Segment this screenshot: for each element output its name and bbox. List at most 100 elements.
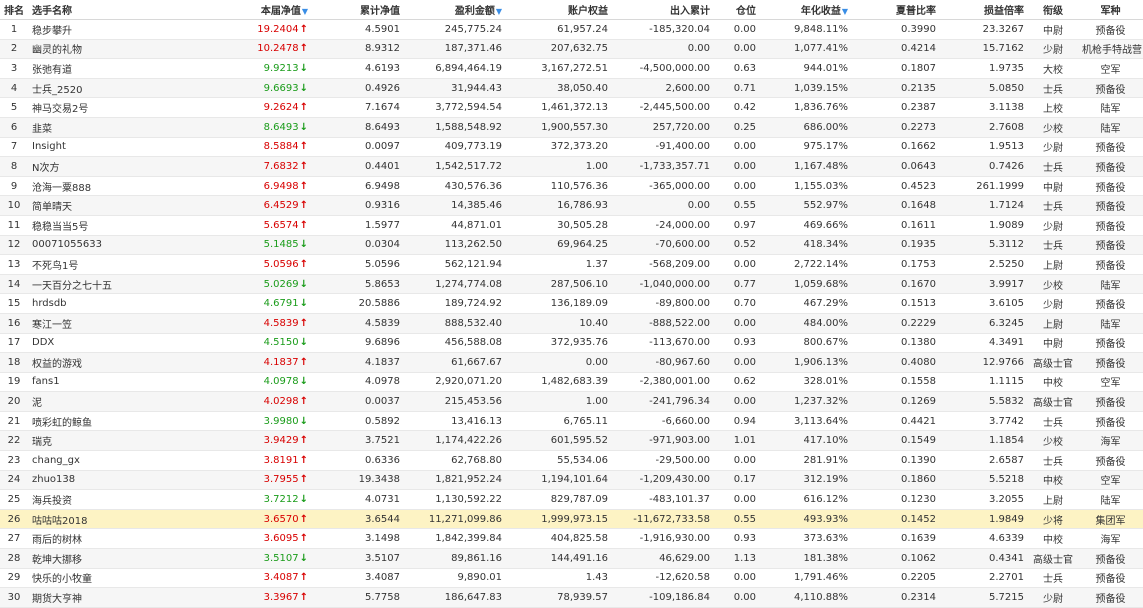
table-row[interactable]: 12 00071055633 5.1485↓ 0.0304 113,262.50 69,9… [0, 235, 1143, 256]
player-name-cell[interactable]: 瑞克 [28, 430, 184, 452]
table-row[interactable]: 8 N次方 7.6832↑ 0.4401 1,542,517.72 1.00 -1,733,… [0, 156, 1143, 177]
col-position[interactable]: 仓位 [714, 0, 760, 20]
table-row[interactable]: 20 泥 4.0298↑ 0.0037 215,453.56 1.00 -241,796.3… [0, 391, 1143, 412]
col-pl-ratio[interactable]: 损益倍率 [940, 0, 1028, 20]
table-row[interactable]: 25 海兵投资 3.7212↓ 4.0731 1,130,592.22 829,787.0… [0, 489, 1143, 510]
player-name-cell[interactable]: 稳稳当当5号 [28, 215, 184, 236]
player-name-cell[interactable]: 神马交易2号 [28, 97, 184, 118]
col-nav-label[interactable]: 本届净值 [261, 6, 301, 17]
col-annual-label[interactable]: 年化收益 [801, 6, 841, 17]
table-row[interactable]: 18 权益的游戏 4.1837↑ 4.1837 61,667.67 0.00 -80,967… [0, 352, 1143, 373]
player-name-cell[interactable]: 沧海一粟888 [28, 176, 184, 197]
table-row[interactable]: 4 士兵_2520 9.6693↓ 0.4926 31,944.43 38,050.40 2… [0, 78, 1143, 99]
position-cell: 0.52 [714, 235, 760, 256]
player-name-cell[interactable]: 不死鸟1号 [28, 254, 184, 275]
col-annual[interactable]: 年化收益▼ [760, 0, 852, 20]
sort-down-icon[interactable]: ▼ [842, 7, 848, 16]
table-row[interactable]: 30 期货大亨神 3.3967↑ 5.7758 186,647.83 78,939.57-… [0, 587, 1143, 608]
table-row[interactable]: 19 fans1 4.0978↓ 4.0978 2,920,071.20 1,482,68… [0, 372, 1143, 393]
player-name-cell[interactable]: 寒江一笠 [28, 313, 184, 334]
position-cell: 0.00 [714, 137, 760, 158]
player-name-cell[interactable]: 简单晴天 [28, 195, 184, 216]
table-row[interactable]: 9 沧海一粟888 6.9498↑ 6.9498 430,576.36 110,576.3… [0, 176, 1143, 197]
player-name-cell[interactable]: 快乐的小牧童 [28, 568, 184, 589]
player-name-cell[interactable]: DDX [28, 333, 184, 354]
col-profit-label[interactable]: 盈利金额 [455, 6, 495, 17]
table-row[interactable]: 28 乾坤大挪移 3.5107↓ 3.5107 89,861.16 144,491.16 4… [0, 548, 1143, 569]
annual-cell: 467.29% [760, 293, 852, 314]
col-inout-label[interactable]: 出入累计 [670, 6, 710, 17]
col-profit[interactable]: 盈利金额▼ [404, 0, 506, 20]
pl-ratio-cell: 1.7124 [940, 195, 1028, 216]
player-name-cell[interactable]: 乾坤大挪移 [28, 548, 184, 569]
col-sharpe-label[interactable]: 夏普比率 [896, 6, 936, 17]
player-name-cell[interactable]: 幽灵的礼物 [28, 39, 184, 60]
sort-down-icon[interactable]: ▼ [496, 7, 502, 16]
table-row[interactable]: 1 稳步攀升 19.2404↑ 4.5901 245,775.24 61,957.24 -1… [0, 19, 1143, 40]
table-row[interactable]: 13 不死鸟1号 5.0596↑ 5.0596 562,121.94 1.37 -568,2… [0, 254, 1143, 275]
player-name-cell[interactable]: 雨后的树林 [28, 528, 184, 550]
nav-cell: 4.5839↑ [184, 313, 312, 334]
col-position-label[interactable]: 仓位 [736, 6, 756, 17]
table-row[interactable]: 16 寒江一笠 4.5839↑ 4.5839 888,532.40 10.40 -888,5… [0, 313, 1143, 334]
table-row[interactable]: 27 雨后的树林 3.6095↑ 3.1498 1,842,399.84 404,825.… [0, 528, 1143, 550]
player-name-cell[interactable]: 咕咕咕2018 [28, 509, 184, 530]
sort-down-icon[interactable]: ▼ [302, 7, 308, 16]
table-row[interactable]: 11 稳稳当当5号 5.6574↑ 1.5977 44,871.01 30,505.28-… [0, 215, 1143, 236]
table-row[interactable]: 21 喷彩虹的鲸鱼 3.9980↓ 0.5892 13,416.13 6,765.11 -6… [0, 411, 1143, 432]
player-name-cell[interactable]: chang_gx [28, 450, 184, 471]
col-pl-ratio-label[interactable]: 损益倍率 [984, 6, 1024, 17]
col-rank: 排名 [0, 0, 28, 20]
player-name-cell[interactable]: hrdsdb [28, 293, 184, 314]
table-row[interactable]: 15 hrdsdb 4.6791↓ 20.5886 189,724.92 136,189.… [0, 293, 1143, 314]
table-row[interactable]: 14 一天百分之七十五 5.0269↓ 5.8653 1,274,774.08 287,5… [0, 274, 1143, 295]
table-row[interactable]: 26 咕咕咕2018 3.6570↑ 3.6544 11,271,099.86 1,999… [0, 509, 1143, 530]
nav-cell: 4.6791↓ [184, 293, 312, 314]
player-name-cell[interactable]: 韭菜 [28, 117, 184, 138]
player-name-cell[interactable]: 权益的游戏 [28, 352, 184, 373]
player-name-cell[interactable]: 士兵_2520 [28, 78, 184, 99]
player-name-cell[interactable]: 稳步攀升 [28, 19, 184, 40]
rank-cell: 22 [0, 430, 28, 452]
profit-cell: 562,121.94 [404, 254, 506, 275]
sharpe-cell: 0.1380 [852, 333, 940, 354]
table-row[interactable]: 23 chang_gx 3.8191↑ 0.6336 62,768.80 55,534.0… [0, 450, 1143, 471]
col-inout[interactable]: 出入累计 [612, 0, 714, 20]
table-row[interactable]: 29 快乐的小牧童 3.4087↑ 3.4087 9,890.01 1.43 -12,620… [0, 568, 1143, 589]
player-name-cell[interactable]: 一天百分之七十五 [28, 274, 184, 295]
col-equity[interactable]: 账户权益 [506, 0, 612, 20]
table-row[interactable]: 2 幽灵的礼物 10.2478↑ 8.9312 187,371.46 207,632.75… [0, 39, 1143, 60]
player-name-cell[interactable]: 泥 [28, 391, 184, 412]
player-name-cell[interactable]: Insight [28, 137, 184, 158]
nav-value: 3.6570 [263, 513, 299, 525]
table-row[interactable]: 17 DDX 4.5150↓ 9.6896 456,588.08 372,935.76 -1… [0, 333, 1143, 354]
col-cum-nav[interactable]: 累计净值 [312, 0, 404, 20]
nav-cell: 6.9498↑ [184, 176, 312, 197]
table-row[interactable]: 3 张弛有道 9.9213↓ 4.6193 6,894,464.19 3,167,272.… [0, 58, 1143, 79]
col-sharpe[interactable]: 夏普比率 [852, 0, 940, 20]
col-equity-label[interactable]: 账户权益 [568, 6, 608, 17]
player-name-cell[interactable]: 喷彩虹的鲸鱼 [28, 411, 184, 432]
table-row[interactable]: 10 简单晴天 6.4529↑ 0.9316 14,385.46 16,786.93 0.0… [0, 195, 1143, 216]
player-name-cell[interactable]: zhuo138 [28, 470, 184, 491]
profit-cell: 89,861.16 [404, 548, 506, 569]
player-name-cell[interactable]: 海兵投资 [28, 489, 184, 510]
player-name-cell[interactable]: 期货大亨神 [28, 587, 184, 608]
arrow-up-icon: ↑ [299, 396, 308, 408]
player-name-cell[interactable]: 张弛有道 [28, 58, 184, 79]
table-row[interactable]: 6 韭菜 8.6493↓ 8.6493 1,588,548.92 1,900,557.30… [0, 117, 1143, 138]
table-row[interactable]: 24 zhuo138 3.7955↑ 19.3438 1,821,952.24 1,194… [0, 470, 1143, 491]
table-row[interactable]: 5 神马交易2号 9.2624↑ 7.1674 3,772,594.54 1,461,37… [0, 97, 1143, 118]
col-nav[interactable]: 本届净值▼ [184, 0, 312, 20]
table-row[interactable]: 7 Insight 8.5884↑ 0.0097 409,773.19 372,373.2… [0, 137, 1143, 158]
rank-cell: 10 [0, 195, 28, 216]
player-name-cell[interactable]: N次方 [28, 156, 184, 177]
player-name-cell[interactable]: 00071055633 [28, 235, 184, 256]
pl-ratio-cell: 5.0850 [940, 78, 1028, 99]
table-row[interactable]: 22 瑞克 3.9429↑ 3.7521 1,174,422.26 601,595.52-… [0, 430, 1143, 452]
nav-cell: 5.0596↑ [184, 254, 312, 275]
annual-cell: 1,039.15% [760, 78, 852, 99]
player-name-cell[interactable]: fans1 [28, 372, 184, 393]
rank-title-cell: 高级士官 [1028, 352, 1078, 373]
col-cum-nav-label[interactable]: 累计净值 [360, 6, 400, 17]
